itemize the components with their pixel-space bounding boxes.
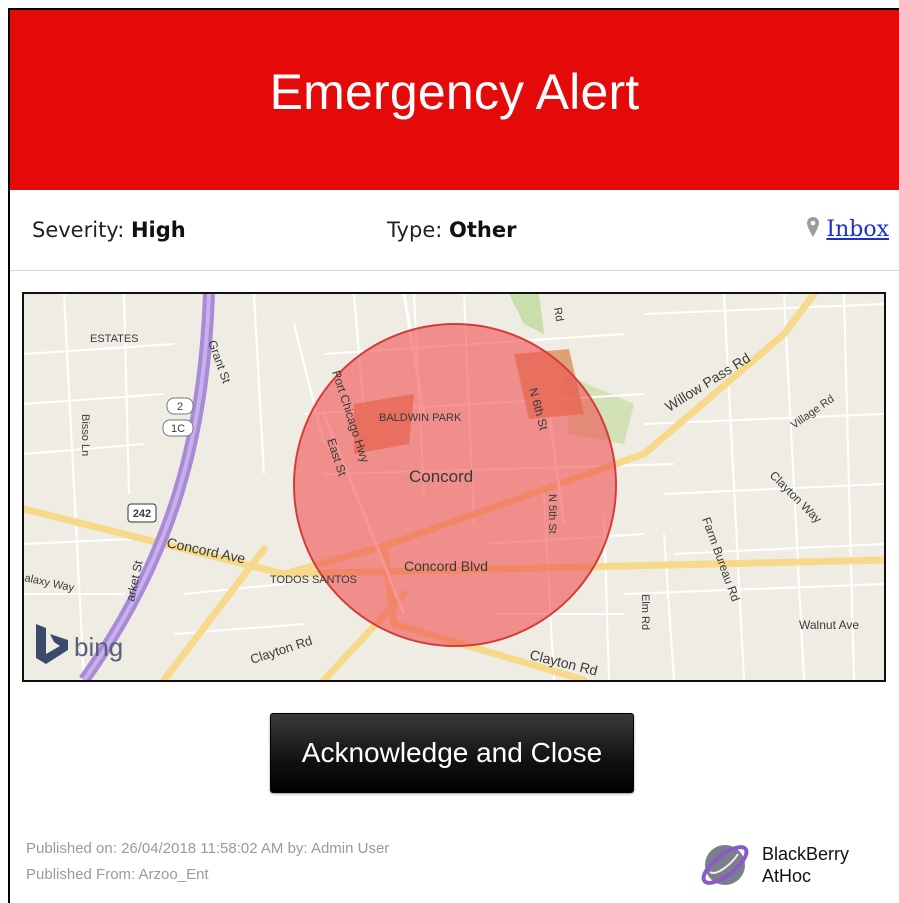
- brand-line2: AtHoc: [762, 866, 812, 886]
- alert-title: Emergency Alert: [269, 64, 640, 120]
- published-from: Published From: Arzoo_Ent: [26, 866, 209, 883]
- map-label-elm-rd: Elm Rd: [639, 594, 651, 630]
- map-pin-icon: [806, 216, 820, 243]
- map-label-walnut-ave: Walnut Ave: [799, 618, 859, 632]
- map-label-bisso-ln: Bisso Ln: [79, 414, 91, 456]
- map-label-baldwin-park: BALDWIN PARK: [379, 412, 462, 424]
- acknowledge-and-close-button[interactable]: Acknowledge and Close: [270, 713, 634, 793]
- type: Type: Other: [387, 218, 516, 242]
- map-label-estates: ESTATES: [90, 333, 139, 345]
- route-shield-1c: 1C: [171, 423, 185, 435]
- brand-block: BlackBerry AtHoc: [696, 836, 849, 894]
- severity: Severity: High: [32, 218, 186, 242]
- blackberry-athoc-logo-icon: [701, 845, 749, 885]
- type-label: Type:: [387, 218, 443, 242]
- bing-wordmark: bing: [74, 632, 123, 662]
- map-label-n5th: N 5th St: [546, 494, 558, 534]
- alert-info-bar: Severity: High Type: Other Inbox: [10, 190, 899, 271]
- route-shield-242: 242: [133, 508, 151, 520]
- published-on: Published on: 26/04/2018 11:58:02 AM by:…: [26, 840, 390, 857]
- brand-line1: BlackBerry: [762, 844, 850, 864]
- map-label-todos-santos: TODOS SANTOS: [270, 574, 357, 586]
- inbox-link[interactable]: Inbox: [826, 217, 889, 242]
- map-label-concord-blvd: Concord Blvd: [404, 558, 488, 574]
- alert-map[interactable]: 2 1C 242 ESTATES BALDWIN PARK Concord Co…: [22, 292, 886, 682]
- map-label-rd-top: Rd: [551, 306, 565, 322]
- inbox-link-group[interactable]: Inbox: [806, 216, 889, 243]
- publish-info: Published on: 26/04/2018 11:58:02 AM by:…: [26, 836, 389, 888]
- severity-label: Severity:: [32, 218, 125, 242]
- map-label-concord: Concord: [409, 467, 473, 486]
- type-value: Other: [449, 218, 517, 242]
- severity-value: High: [130, 218, 186, 242]
- route-shield-2: 2: [177, 401, 183, 413]
- alert-header: Emergency Alert: [10, 10, 899, 190]
